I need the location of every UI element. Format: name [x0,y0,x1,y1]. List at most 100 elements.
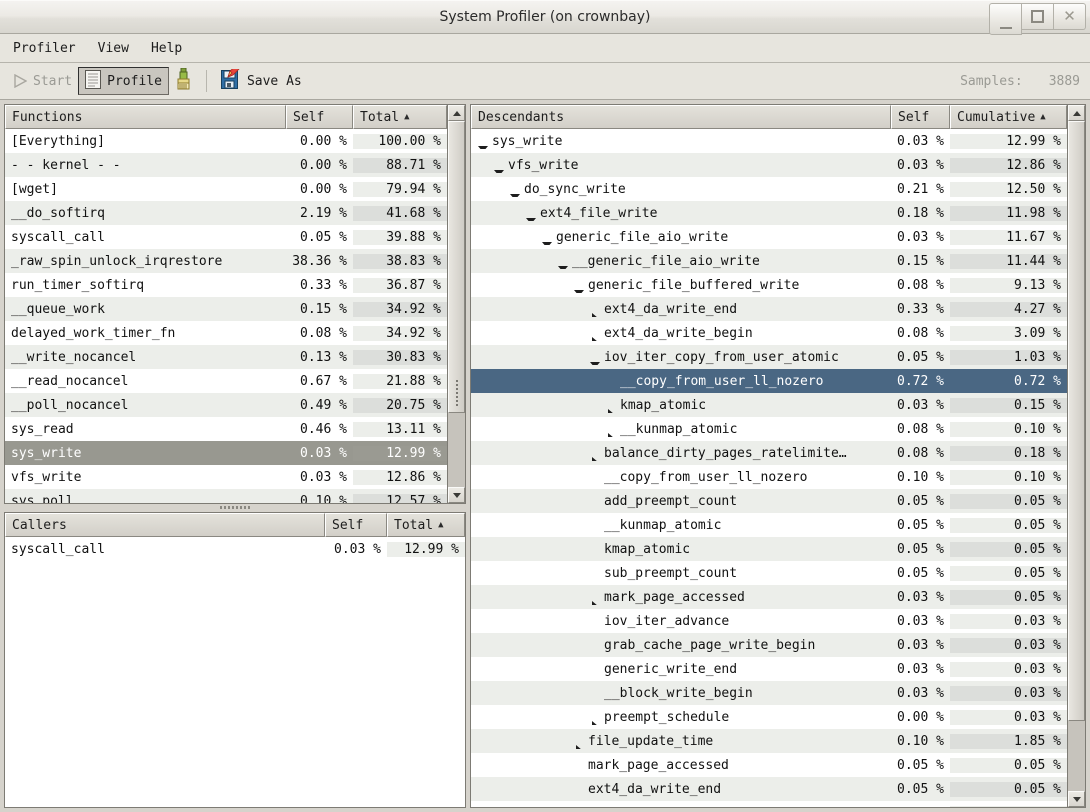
scroll-thumb[interactable] [448,121,465,413]
column-header-callers-total[interactable]: Total ▲ [387,513,465,537]
table-row[interactable]: add_preempt_count0.05 %0.05 % [471,489,1067,513]
scroll-down-button[interactable] [1068,791,1085,807]
scroll-thumb[interactable] [1068,121,1085,721]
row-name-cell: [Everything] [5,134,286,149]
row-self-cell: 0.05 % [891,350,950,365]
scroll-up-button[interactable] [448,105,465,121]
table-row[interactable]: iov_iter_advance0.03 %0.03 % [471,609,1067,633]
column-header-desc-self[interactable]: Self [891,105,950,129]
table-row[interactable]: file_update_time0.10 %1.85 % [471,729,1067,753]
row-label: __kunmap_atomic [620,422,737,437]
table-row[interactable]: vfs_write0.03 %12.86 % [5,465,447,489]
row-label: sys_read [11,422,74,437]
clear-button[interactable] [169,67,198,95]
callers-row-list[interactable]: syscall_call0.03 %12.99 % [5,537,465,807]
table-row[interactable]: kmap_atomic0.03 %0.15 % [471,393,1067,417]
row-name-cell: iov_iter_advance [471,614,891,629]
table-row[interactable]: kmap_atomic0.05 %0.05 % [471,537,1067,561]
scroll-down-button[interactable] [448,487,465,503]
table-row[interactable]: __copy_from_user_ll_nozero0.72 %0.72 % [471,369,1067,393]
table-row[interactable]: delayed_work_timer_fn0.08 %34.92 % [5,321,447,345]
descendants-row-list[interactable]: sys_write0.03 %12.99 %vfs_write0.03 %12.… [471,129,1067,807]
table-row[interactable]: run_timer_softirq0.33 %36.87 % [5,273,447,297]
functions-row-list[interactable]: [Everything]0.00 %100.00 %- - kernel - -… [5,129,447,503]
table-row[interactable]: sys_write0.03 %12.99 % [5,441,447,465]
row-self-cell: 0.03 % [891,134,950,149]
row-name-cell: __read_nocancel [5,374,286,389]
minimize-button[interactable] [989,3,1022,35]
row-name-cell: ext4_file_write [471,206,891,221]
table-row[interactable]: __kunmap_atomic0.08 %0.10 % [471,417,1067,441]
table-row[interactable]: sys_write0.03 %12.99 % [471,129,1067,153]
table-row[interactable]: __kunmap_atomic0.05 %0.05 % [471,513,1067,537]
table-row[interactable]: sys_read0.46 %13.11 % [5,417,447,441]
table-row[interactable]: generic_file_aio_write0.03 %11.67 % [471,225,1067,249]
scroll-track[interactable] [448,121,465,487]
row-label: mark_page_accessed [588,758,729,773]
column-header-total[interactable]: Total ▲ [353,105,447,129]
menu-profiler[interactable]: Profiler [10,39,79,58]
table-row[interactable]: vfs_write0.03 %12.86 % [471,153,1067,177]
table-row[interactable]: [wget]0.00 %79.94 % [5,177,447,201]
floppy-disk-icon [221,69,241,94]
table-row[interactable]: __poll_nocancel0.49 %20.75 % [5,393,447,417]
table-row[interactable]: [Everything]0.00 %100.00 % [5,129,447,153]
table-row[interactable]: _raw_spin_unlock_irqrestore38.36 %38.83 … [5,249,447,273]
table-row[interactable]: iov_iter_copy_from_user_atomic0.05 %1.03… [471,345,1067,369]
table-row[interactable]: - - kernel - -0.00 %88.71 % [5,153,447,177]
table-row[interactable]: __write_nocancel0.13 %30.83 % [5,345,447,369]
table-row[interactable]: syscall_call0.05 %39.88 % [5,225,447,249]
column-header-callers[interactable]: Callers [5,513,325,537]
pane-splitter[interactable] [4,504,466,512]
table-row[interactable]: generic_write_end0.03 %0.03 % [471,657,1067,681]
table-row[interactable]: sub_preempt_count0.05 %0.05 % [471,561,1067,585]
row-label: sys_write [492,134,562,149]
table-row[interactable]: do_sync_write0.21 %12.50 % [471,177,1067,201]
row-self-cell: 0.03 % [891,806,950,808]
maximize-button[interactable] [1022,3,1054,30]
table-row[interactable]: ext4_da_write_end0.33 %4.27 % [471,297,1067,321]
menu-view[interactable]: View [95,39,132,58]
close-button[interactable]: ✕ [1054,3,1086,30]
table-row[interactable]: __generic_file_aio_write0.15 %11.44 % [471,249,1067,273]
row-name-cell: syscall_call [5,542,325,557]
table-row[interactable]: balance_dirty_pages_ratelimite…0.08 %0.1… [471,441,1067,465]
row-total-cell: 34.92 % [353,326,447,341]
row-self-cell: 0.15 % [286,302,353,317]
table-row[interactable]: mark_page_accessed0.05 %0.05 % [471,753,1067,777]
scroll-track[interactable] [1068,121,1085,791]
table-row[interactable]: __copy_from_user_ll_nozero0.10 %0.10 % [471,465,1067,489]
column-header-callers-self[interactable]: Self [325,513,387,537]
column-header-cumulative[interactable]: Cumulative ▲ [950,105,1067,129]
table-row[interactable]: ext4_da_write_begin0.08 %3.09 % [471,321,1067,345]
column-header-self[interactable]: Self [286,105,353,129]
save-as-button[interactable]: Save As [215,67,308,95]
table-row[interactable]: add_preempt_count0.03 %0.03 % [471,801,1067,807]
table-row[interactable]: grab_cache_page_write_begin0.03 %0.03 % [471,633,1067,657]
row-name-cell: sys_write [5,446,286,461]
functions-scrollbar[interactable] [448,104,466,504]
table-row[interactable]: __block_write_begin0.03 %0.03 % [471,681,1067,705]
row-name-cell: ext4_da_write_end [471,782,891,797]
start-button[interactable]: Start [8,67,78,95]
table-row[interactable]: mark_page_accessed0.03 %0.05 % [471,585,1067,609]
table-row[interactable]: __do_softirq2.19 %41.68 % [5,201,447,225]
table-row[interactable]: __read_nocancel0.67 %21.88 % [5,369,447,393]
row-self-cell: 0.08 % [891,446,950,461]
column-header-functions[interactable]: Functions [5,105,286,129]
table-row[interactable]: __queue_work0.15 %34.92 % [5,297,447,321]
row-self-cell: 0.05 % [891,758,950,773]
table-row[interactable]: preempt_schedule0.00 %0.03 % [471,705,1067,729]
column-header-descendants[interactable]: Descendants [471,105,891,129]
scroll-up-button[interactable] [1068,105,1085,121]
menu-help[interactable]: Help [148,39,185,58]
table-row[interactable]: generic_file_buffered_write0.08 %9.13 % [471,273,1067,297]
table-row[interactable]: ext4_file_write0.18 %11.98 % [471,201,1067,225]
row-label: - - kernel - - [11,158,121,173]
table-row[interactable]: sys_poll0.10 %12.57 % [5,489,447,503]
descendants-scrollbar[interactable] [1068,104,1086,808]
table-row[interactable]: syscall_call0.03 %12.99 % [5,537,465,561]
row-total-cell: 4.27 % [950,302,1067,317]
profile-button[interactable]: Profile [78,67,169,95]
table-row[interactable]: ext4_da_write_end0.05 %0.05 % [471,777,1067,801]
